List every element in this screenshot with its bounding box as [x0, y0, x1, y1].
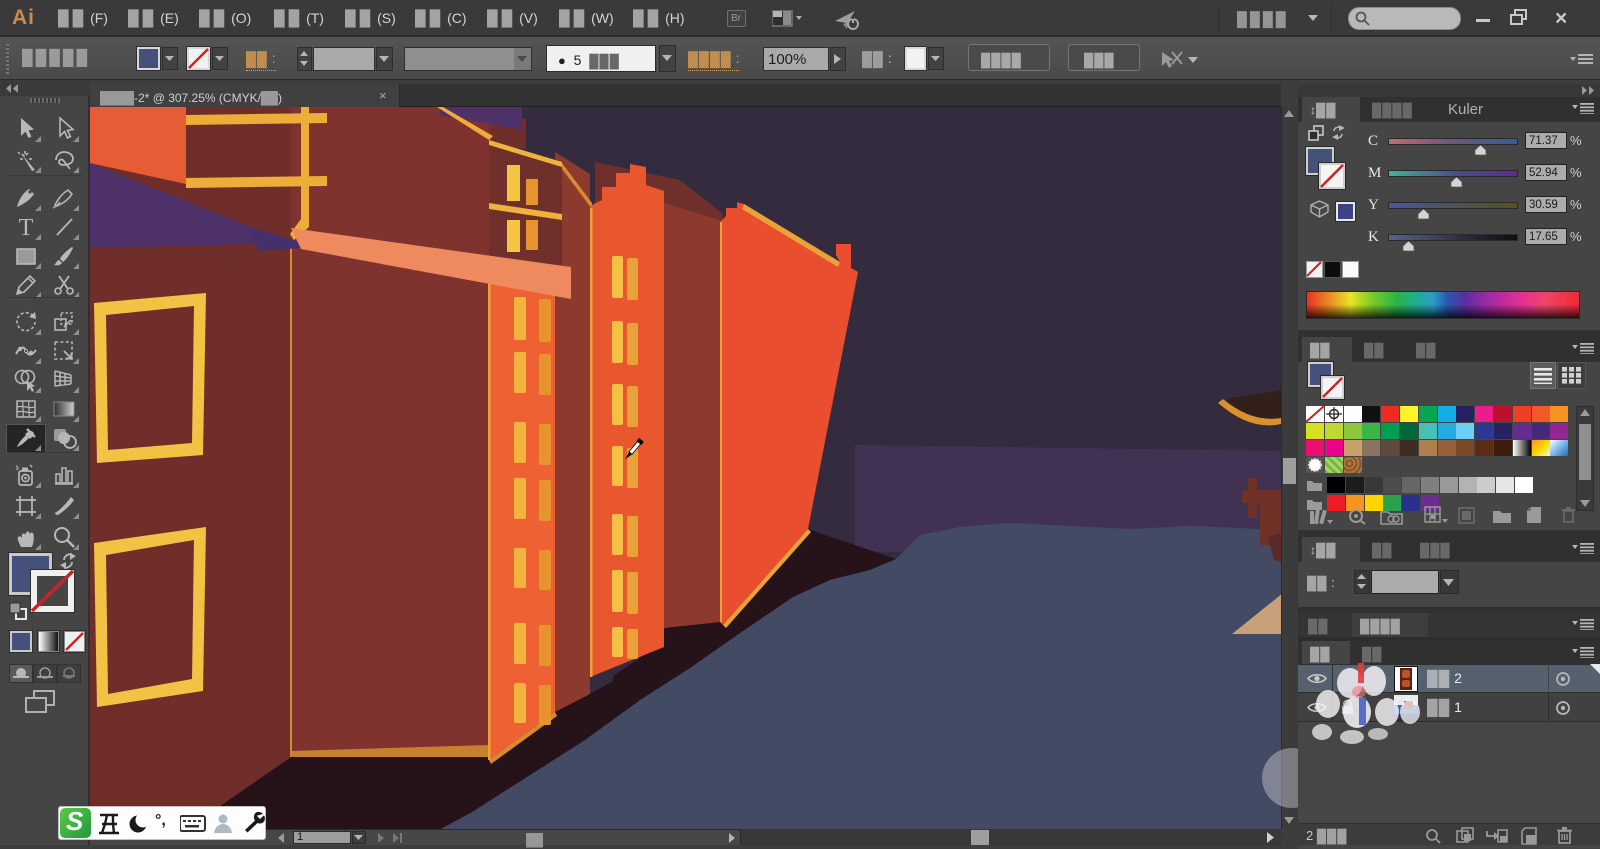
svg-text:T: T	[19, 215, 34, 240]
